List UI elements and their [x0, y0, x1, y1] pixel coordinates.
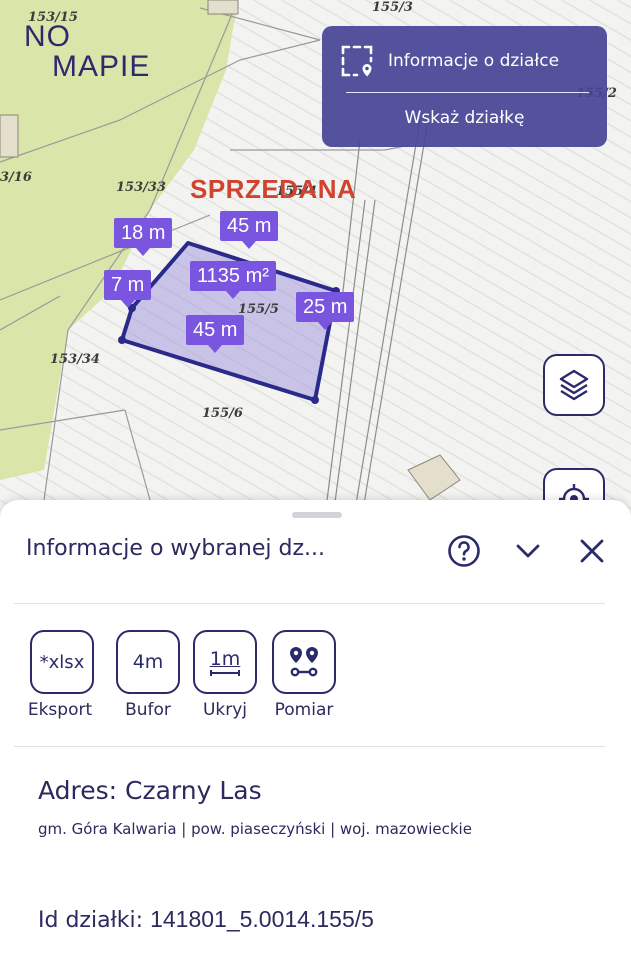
parcel-label: 155/6 — [202, 406, 243, 421]
tools-divider — [14, 746, 605, 747]
header-divider — [14, 603, 605, 604]
measurement-label-top-left: 18 m — [114, 218, 173, 256]
close-button[interactable] — [575, 534, 609, 568]
plot-info-button[interactable]: Informacje o działce — [340, 44, 559, 78]
plot-address: Adres: Czarny Las — [38, 776, 262, 805]
help-button[interactable] — [447, 534, 481, 568]
export-label: Eksport — [27, 700, 93, 720]
measurement-label-left: 7 m — [104, 270, 152, 308]
sold-status-label: SPRZEDANA — [190, 174, 357, 204]
plot-id-value: 141801_5.0014.155/5 — [150, 906, 374, 932]
buffer-icon: 4m — [116, 630, 180, 694]
plot-info-title: Informacje o działce — [388, 51, 560, 71]
measure-label: Pomiar — [274, 700, 334, 720]
buffer-icon-text: 4m — [132, 651, 164, 673]
logo-line-1: NO — [24, 20, 71, 53]
measurement-label-area: 1135 m² — [190, 261, 276, 299]
plot-id: Id działki: 141801_5.0014.155/5 — [38, 906, 374, 933]
app-logo: NO MAPIE — [24, 22, 150, 82]
layers-icon — [558, 368, 590, 402]
hide-tool[interactable]: 1m Ukryj — [193, 630, 257, 720]
select-area-pin-icon — [340, 44, 374, 78]
collapse-button[interactable] — [511, 534, 545, 568]
measurement-label-top: 45 m — [220, 211, 279, 249]
sheet-title: Informacje o wybranej dz... — [26, 536, 325, 561]
point-plot-button[interactable]: Wskaż działkę — [322, 108, 607, 128]
sheet-drag-handle[interactable] — [292, 512, 342, 518]
hide-icon-text: 1m — [209, 647, 241, 670]
parcel-label: 153/33 — [116, 180, 166, 195]
buffer-tool[interactable]: 4m Bufor — [116, 630, 180, 720]
parcel-label: 155/3 — [372, 0, 413, 15]
export-xlsx-icon: *xlsx — [30, 630, 94, 694]
measure-tool[interactable]: Pomiar — [272, 630, 336, 720]
chevron-down-icon — [513, 536, 543, 566]
plot-sub-address: gm. Góra Kalwaria | pow. piaseczyński | … — [38, 820, 472, 838]
export-icon-text: *xlsx — [39, 651, 85, 673]
plot-id-label: Id działki: — [38, 908, 144, 933]
plot-info-panel: Informacje o działce Wskaż działkę — [322, 26, 607, 147]
plot-details-sheet: Informacje o wybranej dz... *xlsx Ekspor… — [0, 500, 631, 960]
map-view[interactable]: 153/15 155/3 155/2 3/16 153/33 155/4 155… — [0, 0, 631, 540]
parcel-label: 153/34 — [50, 352, 100, 367]
close-icon — [578, 537, 606, 565]
logo-line-2: MAPIE — [52, 50, 151, 83]
measurement-label-right: 25 m — [296, 292, 355, 330]
pins-icon — [287, 645, 321, 679]
help-icon — [447, 534, 481, 568]
measure-box — [272, 630, 336, 694]
hide-label: Ukryj — [202, 700, 248, 720]
export-tool[interactable]: *xlsx Eksport — [28, 630, 94, 720]
hide-ruler-icon: 1m — [193, 630, 257, 694]
parcel-label: 3/16 — [0, 170, 32, 185]
measurement-label-bottom: 45 m — [186, 315, 245, 353]
buffer-label: Bufor — [125, 700, 171, 720]
parcel-label: 155/5 — [238, 302, 279, 317]
layers-button[interactable] — [543, 354, 605, 416]
panel-divider — [346, 92, 589, 93]
